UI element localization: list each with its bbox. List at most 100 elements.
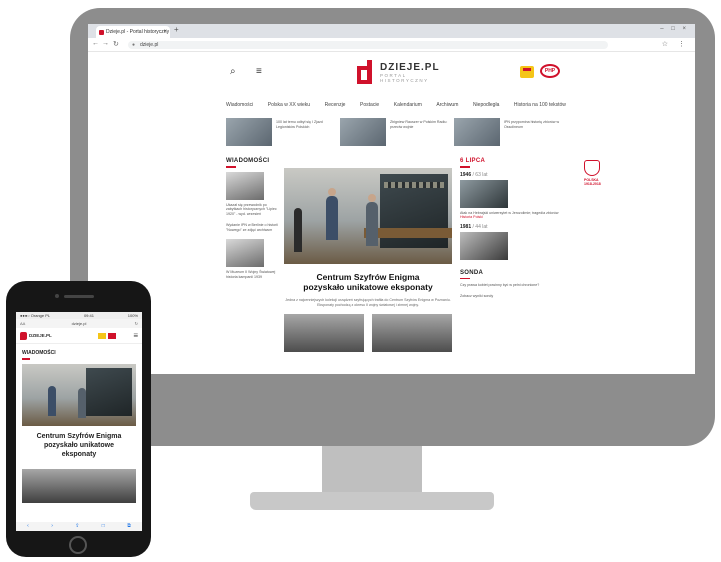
nav-item-historia-100[interactable]: Historia na 100 tekstów: [514, 102, 566, 108]
phone-headline-line1: Centrum Szyfrów Enigma: [36, 432, 122, 440]
teaser-card[interactable]: 100 lat temu odbył się I Zjazd Legionist…: [226, 118, 338, 146]
phone-secondary-photo[interactable]: [22, 468, 136, 503]
teaser-card[interactable]: IPN przypomina historię zbiorów w Ossoli…: [454, 118, 566, 146]
tab-close-icon[interactable]: ×: [163, 26, 167, 38]
browser-tabstrip: Dzieje.pl - Portal historyczny × + – □ ×: [88, 24, 695, 38]
phone-hero-headline[interactable]: Centrum Szyfrów Enigma pozyskało unikato…: [22, 432, 136, 459]
nav-item-postacie[interactable]: Postacie: [360, 102, 379, 108]
calendar-entry-link[interactable]: Historia Polski: [460, 215, 483, 219]
section-title-wiadomosci[interactable]: WIADOMOŚCI: [226, 158, 280, 164]
reload-icon[interactable]: ↻: [135, 319, 138, 328]
share-icon[interactable]: ⇪: [75, 522, 79, 531]
polska-1918-2018-badge[interactable]: POLSKA 1918-2018: [584, 160, 606, 186]
reader-aa-button[interactable]: AA: [20, 319, 25, 328]
calendar-entry[interactable]: Atak na Hebrajski uniwersytet w Jerozoli…: [460, 211, 568, 220]
phone-hero-image[interactable]: [22, 363, 136, 426]
earpiece-speaker: [64, 295, 94, 298]
teaser-thumbnail: [226, 118, 272, 146]
smartphone: ●●●○ Orange PL 09:41 100% AA dzieje.pl ↻…: [6, 281, 151, 557]
tab-title: Dzieje.pl - Portal historyczny: [106, 29, 170, 35]
main-navigation: Wiadomości Polska w XX wieku Recenzje Po…: [226, 102, 566, 108]
hero-headline-line1: Centrum Szyfrów Enigma: [316, 272, 420, 282]
carrier-text: ●●●○ Orange PL: [20, 313, 51, 318]
title-underline: [22, 358, 30, 360]
news-photo[interactable]: [226, 239, 264, 268]
phone-address-bar[interactable]: AA dzieje.pl ↻: [16, 319, 142, 328]
safari-tab-bar: ‹ › ⇪ □ ⧉: [16, 522, 142, 531]
secondary-story-photo[interactable]: [372, 313, 452, 352]
browser-tab[interactable]: Dzieje.pl - Portal historyczny ×: [96, 26, 170, 38]
lock-icon: ●: [132, 42, 136, 48]
hero-person: [326, 196, 338, 240]
phone-logo-text[interactable]: DZIEJE.PL: [29, 333, 52, 338]
calendar-photo[interactable]: [460, 231, 508, 260]
nav-item-recenzje[interactable]: Recenzje: [325, 102, 346, 108]
section-title-sonda[interactable]: SONDA: [460, 270, 568, 276]
bookmarks-icon[interactable]: □: [102, 522, 105, 531]
hamburger-menu-icon[interactable]: ≡: [133, 331, 138, 340]
reload-icon[interactable]: ↻: [113, 40, 119, 48]
back-icon[interactable]: ‹: [27, 522, 29, 531]
toolbar-menu-icons[interactable]: ☆ ⋮: [662, 40, 689, 48]
teaser-thumbnail: [340, 118, 386, 146]
title-underline: [226, 166, 236, 168]
news-column: WIADOMOŚCI Ukazał się przewodnik po zaby…: [226, 158, 280, 287]
battery-text: 100%: [127, 313, 138, 318]
hero-lead: Jedna z najcenniejszych kolekcji urządze…: [285, 298, 451, 307]
monitor-stand-neck: [322, 446, 422, 494]
partner-badge-php[interactable]: PHP: [540, 64, 560, 78]
dzieje-logo-icon[interactable]: [353, 58, 375, 86]
phone-url: dzieje.pl: [71, 321, 87, 326]
sonda-question: Czy prawa kobiet powinny być w pełni chr…: [460, 283, 540, 288]
new-tab-button[interactable]: +: [174, 25, 179, 34]
hero-image[interactable]: [284, 168, 452, 264]
tabs-icon[interactable]: ⧉: [127, 522, 131, 531]
calendar-photo[interactable]: [460, 179, 508, 208]
site-header: ⌕ ≡ DZIEJE.PL PORTAL HISTORYCZNY PHP: [88, 52, 695, 90]
calendar-year-value: 1981: [460, 223, 472, 230]
phone-headline-line2: pozyskało unikatowe: [43, 441, 115, 449]
logo-subtitle-2: HISTORYCZNY: [380, 78, 429, 83]
back-icon[interactable]: ←: [92, 40, 99, 47]
phone-section-title[interactable]: WIADOMOŚCI: [16, 344, 142, 356]
secondary-story-photo[interactable]: [284, 313, 364, 352]
search-icon[interactable]: ⌕: [230, 66, 236, 77]
sonda-option[interactable]: Zobacz wyniki sondy: [460, 294, 568, 298]
teaser-text: 100 lat temu odbył się I Zjazd Legionist…: [276, 120, 323, 129]
news-item[interactable]: Ukazał się przewodnik po zabytkach histo…: [226, 203, 280, 217]
address-bar[interactable]: ● dzieje.pl: [128, 41, 608, 49]
calendar-year: 1981 / 44 lat: [460, 224, 568, 230]
window-controls[interactable]: – □ ×: [660, 26, 689, 32]
title-underline: [460, 166, 470, 168]
hamburger-menu-icon[interactable]: ≡: [256, 66, 262, 77]
home-button[interactable]: [69, 536, 87, 554]
news-item[interactable]: Wydanie IPN w Berlinie o historii "Noweg…: [226, 223, 280, 232]
nav-item-archiwum[interactable]: Archiwum: [436, 102, 458, 108]
nav-item-kalendarium[interactable]: Kalendarium: [394, 102, 422, 108]
nav-item-wiadomosci[interactable]: Wiadomości: [226, 102, 253, 108]
logo-name: DZIEJE.PL: [380, 62, 440, 73]
teaser-card[interactable]: Zbigniew Rauszer w Polskim Radiu: przeci…: [340, 118, 452, 146]
desktop-screen: Dzieje.pl - Portal historyczny × + – □ ×…: [88, 24, 695, 374]
hero-tripod: [294, 208, 302, 252]
teaser-text: IPN przypomina historię zbiorów w Ossoli…: [504, 120, 560, 129]
partner-badges-icon[interactable]: [98, 333, 116, 339]
hero-person-head: [368, 194, 376, 202]
hero-headline[interactable]: Centrum Szyfrów Enigma pozyskało unikato…: [284, 272, 452, 292]
hero-person: [366, 202, 378, 246]
calendar-column: 6 LIPCA 1946 / 63 lat Atak na Hebrajski …: [460, 158, 568, 298]
news-item[interactable]: W Muzeum II Wojny Światowej historia kam…: [226, 270, 280, 279]
site-logo-text[interactable]: DZIEJE.PL PORTAL HISTORYCZNY: [380, 62, 440, 83]
status-time: 09:41: [83, 313, 94, 318]
partner-badge-icon[interactable]: [520, 66, 534, 78]
nav-item-polska-xx[interactable]: Polska w XX wieku: [268, 102, 310, 108]
news-photo[interactable]: [226, 171, 264, 200]
nav-item-niepodlegla[interactable]: Niepodległa: [473, 102, 499, 108]
hero-person-head: [328, 188, 336, 196]
forward-icon[interactable]: ›: [51, 522, 53, 531]
dzieje-logo-icon[interactable]: [20, 332, 27, 340]
calendar-year-label: / 44 lat: [472, 223, 488, 230]
section-title-date[interactable]: 6 LIPCA: [460, 158, 568, 164]
forward-icon[interactable]: →: [102, 40, 109, 47]
favicon-icon: [99, 30, 104, 35]
